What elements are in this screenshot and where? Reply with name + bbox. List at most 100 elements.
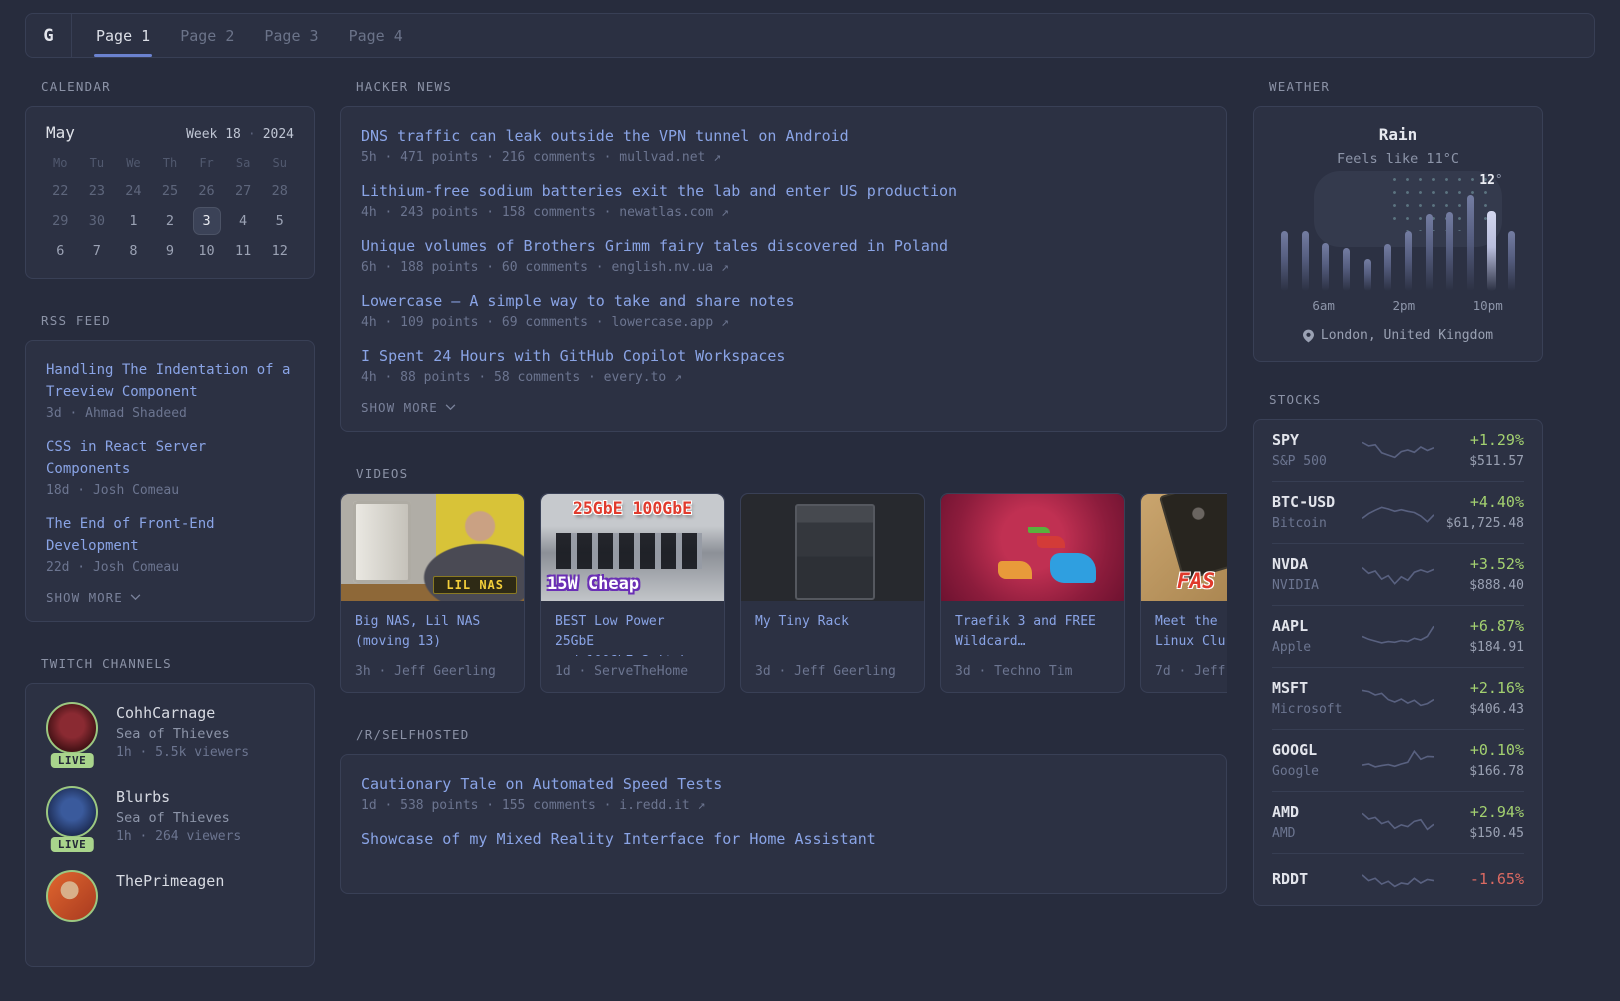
feed-item: Lithium-free sodium batteries exit the l… [361,180,1206,221]
post-meta: 1d · 538 points · 155 comments · i.redd.… [361,798,706,813]
stock-symbol: RDDT [1272,870,1309,888]
weather-chart: 12° [1274,171,1522,291]
video-card[interactable]: LIL NAS Big NAS, Lil NAS (moving 13) 3h … [340,493,525,693]
stock-values: +3.52% $888.40 [1434,554,1524,594]
stock-name: AMD [1272,826,1296,841]
stock-sparkline [1362,812,1434,831]
stock-sparkline [1362,566,1434,585]
weather-section: WEATHER Rain Feels like 11°C 12° 6am 2pm 1… [1253,79,1543,362]
calendar-header: May Week 18 · 2024 [42,123,298,142]
stock-identity: SPY S&P 500 [1272,430,1362,470]
hackernews-show-more-button[interactable]: SHOW MORE [361,400,456,415]
post-title-link[interactable]: Unique volumes of Brothers Grimm fairy t… [361,235,1206,257]
stock-row[interactable]: SPY S&P 500 +1.29% $511.57 [1272,420,1524,481]
twitch-channel[interactable]: ThePrimeagen [44,870,296,922]
calendar-day: 25 [161,183,179,199]
stock-change: +0.10% [1469,741,1524,759]
weekday-label: Mo [53,156,68,170]
video-meta: 3d · Techno Tim [955,664,1073,679]
post-title-link[interactable]: Lowercase – A simple way to take and sha… [361,290,1206,312]
stock-row[interactable]: BTC-USD Bitcoin +4.40% $61,725.48 [1272,481,1524,543]
home-logo[interactable]: G [26,14,72,57]
stock-row[interactable]: MSFT Microsoft +2.16% $406.43 [1272,667,1524,729]
post-title-link[interactable]: DNS traffic can leak outside the VPN tun… [361,125,1206,147]
video-title[interactable]: Meet the Linux Clu [1155,612,1227,656]
twitch-channel[interactable]: LIVE CohhCarnage Sea of Thieves 1h · 5.5… [44,702,296,768]
post-title-link[interactable]: Handling The Indentation of a Treeview C… [46,359,294,403]
weekday-label: We [126,156,141,170]
stock-values: +2.94% $150.45 [1434,802,1524,842]
avatar [46,786,98,838]
stock-name: NVIDIA [1272,578,1319,593]
live-badge: LIVE [50,837,94,852]
channel-avatar[interactable] [44,870,100,922]
twitch-channel[interactable]: LIVE Blurbs Sea of Thieves 1h · 264 view… [44,786,296,852]
video-thumbnail[interactable]: LIL NAS [341,494,524,601]
stock-identity: AAPL Apple [1272,616,1362,656]
stock-name: Google [1272,764,1319,779]
page-tab[interactable]: Page 3 [262,14,320,57]
channel-avatar[interactable]: LIVE [44,702,100,768]
chevron-down-icon [130,594,141,601]
post-title-link[interactable]: Lithium-free sodium batteries exit the l… [361,180,1206,202]
time-label [1453,298,1472,313]
video-card[interactable]: 25GbE 100GbE 15W Cheap BEST Low Power 25G… [540,493,725,693]
stock-row[interactable]: NVDA NVIDIA +3.52% $888.40 [1272,543,1524,605]
channel-name[interactable]: CohhCarnage [116,704,249,722]
page-tab[interactable]: Page 1 [94,14,153,57]
video-card[interactable]: My Tiny Rack 3d · Jeff Geerling [740,493,925,693]
rss-show-more-button[interactable]: SHOW MORE [46,590,141,605]
calendar-widget: May Week 18 · 2024 Mo Tu We Th Fr Sa Su 22 23 24… [25,106,315,279]
weather-time-labels: 6am 2pm 10pm [1274,298,1522,313]
video-title[interactable]: Big NAS, Lil NAS (moving 13) [355,612,510,656]
stock-symbol: GOOGL [1272,741,1318,759]
video-card[interactable]: Traefik 3 and FREE Wildcard… 3d · Techno… [940,493,1125,693]
calendar-day: 26 [198,183,215,199]
post-title-link[interactable]: Showcase of my Mixed Reality Interface f… [361,828,1206,850]
thumbnail-text: FAS [1177,569,1215,593]
channel-category: Sea of Thieves [116,810,230,826]
video-thumbnail[interactable] [941,494,1124,601]
video-body: My Tiny Rack 3d · Jeff Geerling [741,601,924,692]
selfhosted-section: /R/SELFHOSTED Cautionary Tale on Automat… [340,727,1227,894]
section-title-hackernews: HACKER NEWS [356,79,452,94]
chevron-down-icon [445,404,456,411]
calendar-day: 7 [92,243,101,259]
page-tab[interactable]: Page 4 [347,14,405,57]
separator-dot: · [247,127,256,142]
post-meta: 3d · Ahmad Shadeed [46,406,187,421]
stock-row[interactable]: AAPL Apple +6.87% $184.91 [1272,605,1524,667]
weather-bar [1336,248,1357,291]
video-card[interactable]: FAS Meet the Linux Clu 7d · Jeff Geerlin… [1140,493,1227,693]
feed-item: CSS in React Server Components 18d · Jos… [46,436,294,499]
calendar-day: 12 [271,243,288,259]
section-title-calendar: CALENDAR [41,79,111,94]
calendar-day: 29 [52,213,69,229]
post-title-link[interactable]: I Spent 24 Hours with GitHub Copilot Wor… [361,345,1206,367]
post-title-link[interactable]: The End of Front-End Development [46,513,294,557]
stock-row[interactable]: RDDT -1.65% [1272,853,1524,905]
stock-row[interactable]: AMD AMD +2.94% $150.45 [1272,791,1524,853]
post-title-link[interactable]: Cautionary Tale on Automated Speed Tests [361,773,1206,795]
thumbnail-text: LIL NAS [433,576,517,594]
calendar-day: 5 [275,213,284,229]
channel-name[interactable]: Blurbs [116,788,241,806]
location-text: London, United Kingdom [1320,328,1494,343]
channel-avatar[interactable]: LIVE [44,786,100,852]
video-title[interactable]: Traefik 3 and FREE Wildcard… [955,612,1110,656]
video-title[interactable]: BEST Low Power 25GbE and 100GbE Switch… [555,612,710,656]
video-title[interactable]: My Tiny Rack [755,612,910,656]
video-thumbnail[interactable]: FAS [1141,494,1227,601]
rss-widget: Handling The Indentation of a Treeview C… [25,340,315,622]
stock-values: +2.16% $406.43 [1434,678,1524,718]
channel-name[interactable]: ThePrimeagen [116,872,224,890]
video-thumbnail[interactable]: 25GbE 100GbE 15W Cheap [541,494,724,601]
video-body: Big NAS, Lil NAS (moving 13) 3h · Jeff G… [341,601,524,692]
calendar-day: 10 [198,243,215,259]
page-tab[interactable]: Page 2 [178,14,236,57]
feed-item: Lowercase – A simple way to take and sha… [361,290,1206,331]
degree-symbol: ° [1494,173,1503,188]
video-thumbnail[interactable] [741,494,924,601]
post-title-link[interactable]: CSS in React Server Components [46,436,294,480]
stock-row[interactable]: GOOGL Google +0.10% $166.78 [1272,729,1524,791]
